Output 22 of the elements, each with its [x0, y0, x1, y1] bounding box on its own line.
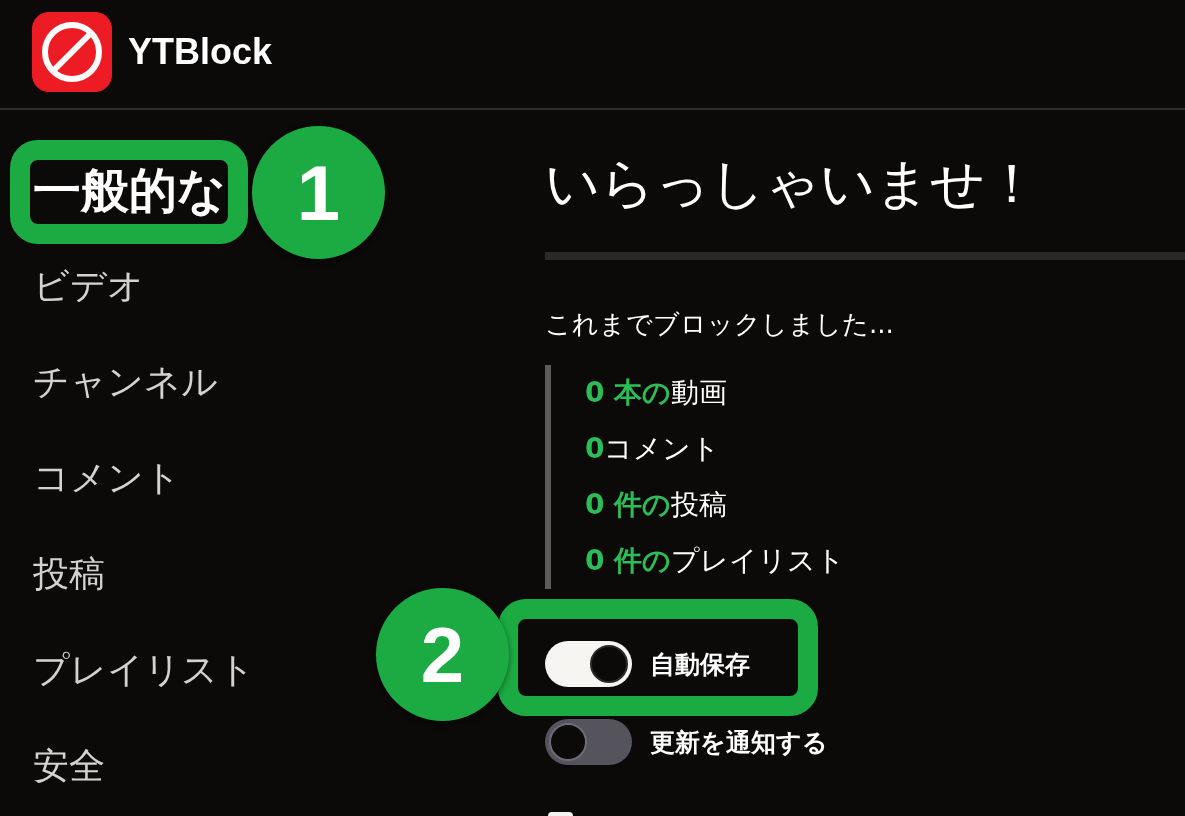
- blocked-count: 0 件のプレイリスト: [585, 543, 846, 580]
- toggle-switch[interactable]: [545, 641, 632, 688]
- sidebar-item[interactable]: ビデオ: [33, 264, 144, 308]
- blocked-count: 0 件の投稿: [585, 487, 728, 524]
- toggle-switch[interactable]: [545, 719, 632, 766]
- sidebar-item[interactable]: チャンネル: [33, 360, 218, 404]
- checkbox[interactable]: [548, 812, 573, 816]
- sidebar-item[interactable]: 安全: [33, 744, 105, 788]
- sidebar-item[interactable]: 一般的な: [33, 163, 226, 217]
- app-title: YTBlock: [128, 32, 273, 72]
- intro-text: これまでブロックしました...: [545, 307, 894, 341]
- step-marker: 2: [376, 588, 509, 722]
- step-marker: 1: [252, 126, 385, 259]
- toggle-label: 更新を通知する: [650, 726, 828, 759]
- sidebar-item[interactable]: 投稿: [33, 552, 105, 596]
- prohibition-sign-icon: [32, 12, 112, 92]
- sidebar-item[interactable]: コメント: [33, 456, 181, 500]
- blocked-count: 0コメント: [585, 431, 721, 468]
- blocked-count: 0 本の動画: [585, 375, 728, 412]
- welcome-heading: いらっしゃいませ！: [545, 151, 1039, 217]
- toggle-label: 自動保存: [650, 648, 750, 681]
- sidebar-item[interactable]: プレイリスト: [33, 648, 255, 692]
